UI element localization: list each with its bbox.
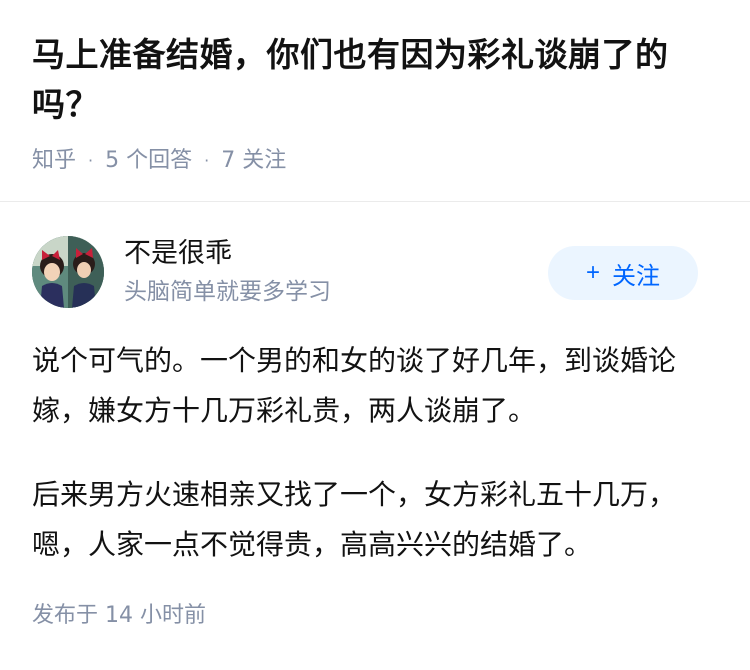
meta-separator: · xyxy=(204,151,210,170)
question-header: 马上准备结婚，你们也有因为彩礼谈崩了的吗？ 知乎 · 5 个回答 · 7 关注 xyxy=(32,30,722,176)
answers-count[interactable]: 5 个回答 xyxy=(105,146,192,176)
source-label[interactable]: 知乎 xyxy=(32,146,76,176)
author-name[interactable]: 不是很乖 xyxy=(124,236,232,272)
answer-content: 说个可气的。一个男的和女的谈了好几年，到谈婚论嫁，嫌女方十几万彩礼贵，两人谈崩了… xyxy=(32,336,712,570)
question-meta: 知乎 · 5 个回答 · 7 关注 xyxy=(32,146,722,176)
follow-button[interactable]: + 关注 xyxy=(548,246,698,300)
section-divider xyxy=(0,201,750,202)
author-bio: 头脑简单就要多学习 xyxy=(124,279,331,305)
publish-time: 发布于 14 小时前 xyxy=(32,603,206,628)
question-title[interactable]: 马上准备结婚，你们也有因为彩礼谈崩了的吗？ xyxy=(32,30,722,130)
followers-count[interactable]: 7 关注 xyxy=(221,146,286,176)
plus-icon: + xyxy=(585,259,600,286)
answer-paragraph: 说个可气的。一个男的和女的谈了好几年，到谈婚论嫁，嫌女方十几万彩礼贵，两人谈崩了… xyxy=(32,344,677,427)
follow-label: 关注 xyxy=(612,262,660,290)
author-row: 不是很乖 头脑简单就要多学习 + 关注 xyxy=(32,236,718,310)
answer-paragraph: 后来男方火速相亲又找了一个，女方彩礼五十几万，嗯，人家一点不觉得贵，高高兴兴的结… xyxy=(32,478,677,561)
anime-girl-avatar-icon[interactable] xyxy=(32,236,104,308)
meta-separator: · xyxy=(88,151,94,170)
